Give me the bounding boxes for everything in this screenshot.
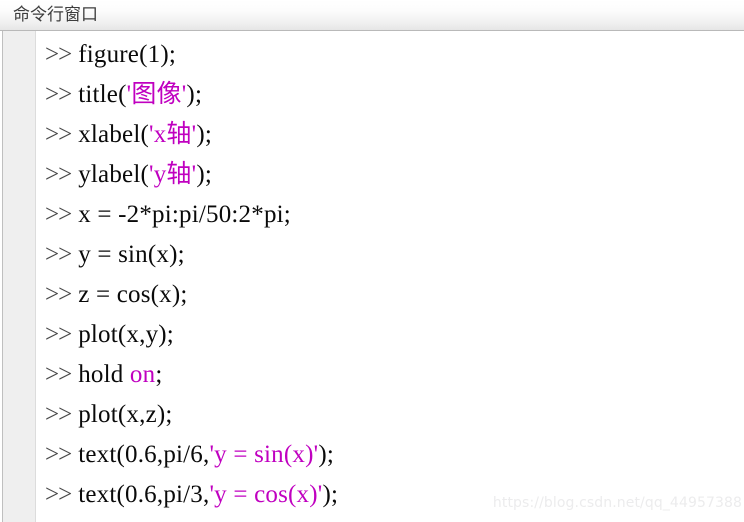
prompt-symbol: >> — [45, 441, 72, 468]
code-text: plot(x,y); — [78, 321, 174, 348]
console-line: >> text(0.6,pi/6,'y = sin(x)'); — [36, 435, 744, 475]
console-line: >> y = sin(x); — [36, 235, 744, 275]
prompt-symbol: >> — [45, 321, 72, 348]
prompt-symbol: >> — [45, 201, 72, 228]
console-line: >> ylabel('y轴'); — [36, 155, 744, 195]
prompt-symbol: >> — [45, 41, 72, 68]
code-text: x = -2*pi:pi/50:2*pi; — [78, 201, 291, 228]
code-text: text(0.6,pi/3, — [78, 481, 210, 508]
left-gutter — [3, 31, 36, 522]
page-title: 命令行窗口 — [13, 5, 98, 25]
prompt-symbol: >> — [45, 241, 72, 268]
code-text: xlabel( — [78, 121, 150, 148]
console-line: >> xlabel('x轴'); — [36, 115, 744, 155]
prompt-symbol: >> — [45, 481, 72, 508]
console-line: >> text(0.6,pi/3,'y = cos(x)'); — [36, 475, 744, 515]
prompt-symbol: >> — [45, 161, 72, 188]
prompt-symbol: >> — [45, 121, 72, 148]
string-literal: 'x轴' — [149, 121, 197, 148]
prompt-symbol: >> — [45, 81, 72, 108]
code-text: ; — [155, 361, 163, 388]
code-text: y = sin(x); — [78, 241, 185, 268]
prompt-symbol: >> — [45, 401, 72, 428]
titlebar: 命令行窗口 — [0, 0, 744, 31]
command-window: 命令行窗口 >> figure(1); >> title('图像'); >> xlabel… — [0, 0, 744, 522]
code-text: figure(1); — [78, 41, 176, 68]
code-text: ); — [322, 481, 339, 508]
code-text: text(0.6,pi/6, — [78, 441, 210, 468]
console-line: >> plot(x,z); — [36, 395, 744, 435]
string-literal: '图像' — [126, 81, 187, 108]
code-text: hold — [78, 361, 130, 388]
console-line: >> plot(x,y); — [36, 315, 744, 355]
prompt-symbol: >> — [45, 361, 72, 388]
code-text: ); — [318, 441, 334, 468]
string-literal: on — [129, 361, 156, 388]
console-output[interactable]: >> figure(1); >> title('图像'); >> xlabel('x轴')… — [36, 31, 744, 522]
console-line: >> figure(1); — [36, 35, 744, 75]
console-line: >> hold on; — [36, 355, 744, 395]
prompt-symbol: >> — [45, 281, 72, 308]
console-line: >> x = -2*pi:pi/50:2*pi; — [36, 195, 744, 235]
string-literal: 'y = sin(x)' — [209, 441, 319, 468]
console-line: >> z = cos(x); — [36, 275, 744, 315]
code-text: plot(x,z); — [78, 401, 173, 428]
string-literal: 'y = cos(x)' — [209, 481, 323, 508]
code-text: title( — [78, 81, 127, 108]
code-text: z = cos(x); — [78, 281, 188, 308]
code-text: ); — [196, 161, 212, 188]
code-text: ); — [186, 81, 203, 108]
string-literal: 'y轴' — [149, 161, 197, 188]
code-text: ); — [196, 121, 212, 148]
console-line: >> title('图像'); — [36, 75, 744, 115]
code-text: ylabel( — [78, 161, 150, 188]
